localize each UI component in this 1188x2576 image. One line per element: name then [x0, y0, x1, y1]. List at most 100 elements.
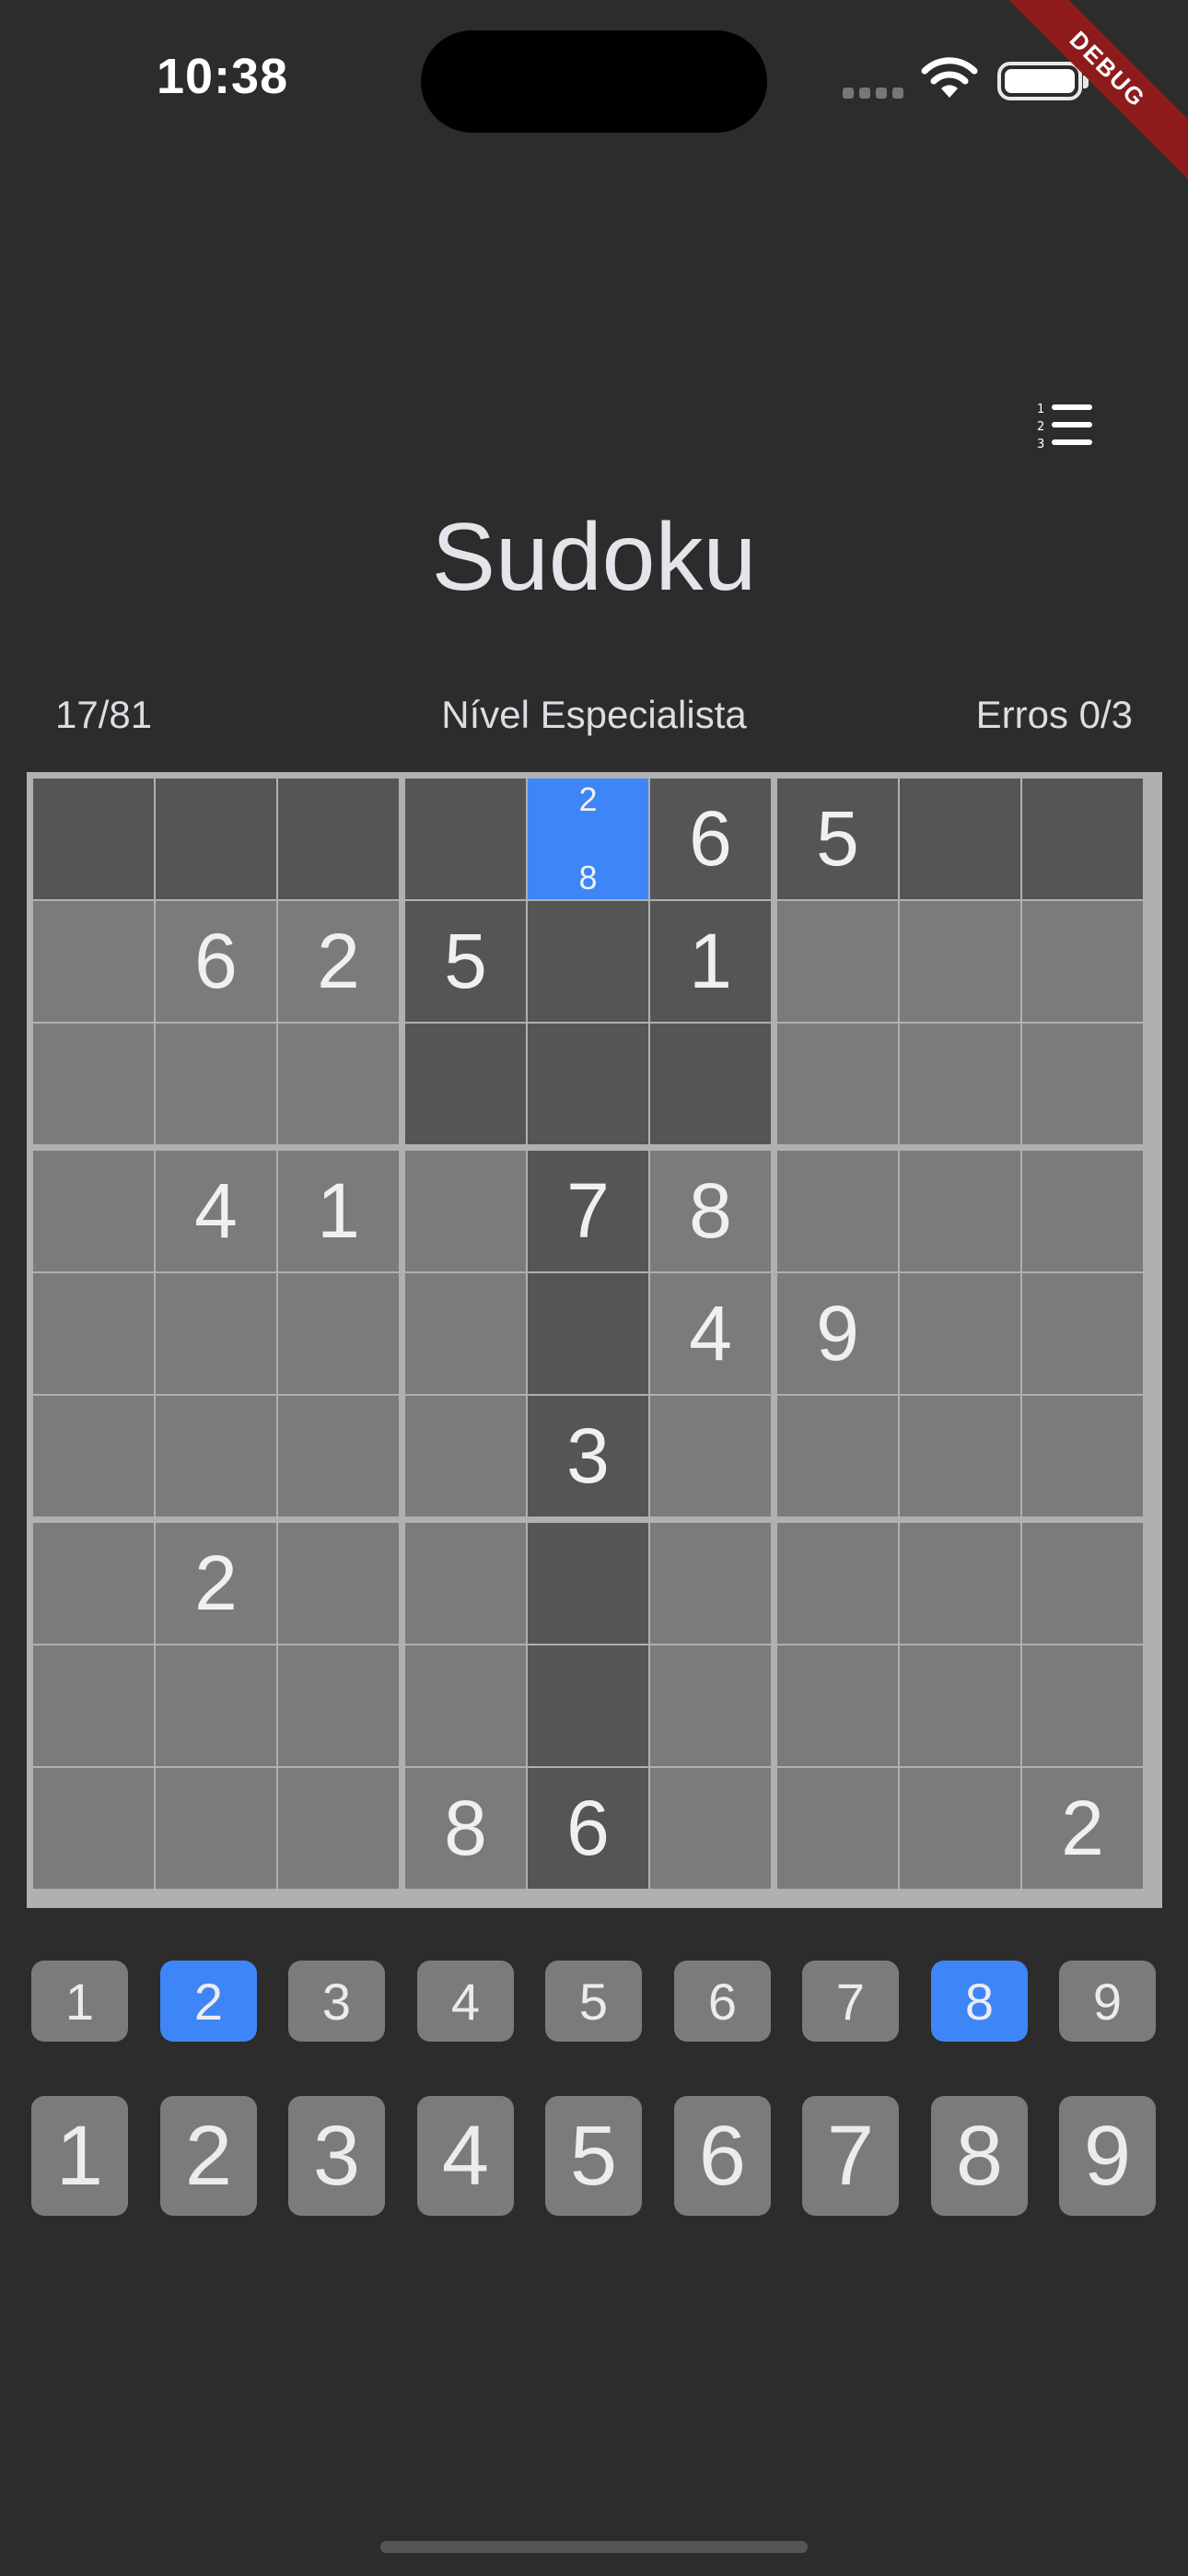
notes-button-6[interactable]: 6 [674, 1961, 771, 2042]
board-cell-r8-c5[interactable] [528, 1645, 648, 1766]
board-cell-r6-c1[interactable] [33, 1396, 154, 1516]
board-cell-r1-c8[interactable] [900, 779, 1020, 899]
board-cell-r5-c4[interactable] [405, 1273, 526, 1394]
board-cell-r2-c4[interactable]: 5 [405, 901, 526, 1022]
notes-button-2[interactable]: 2 [160, 1961, 257, 2042]
board-cell-r8-c6[interactable] [650, 1645, 771, 1766]
notes-button-7[interactable]: 7 [802, 1961, 899, 2042]
board-cell-r1-c9[interactable] [1022, 779, 1143, 899]
board-cell-r8-c3[interactable] [278, 1645, 399, 1766]
board-cell-r5-c9[interactable] [1022, 1273, 1143, 1394]
board-cell-r5-c8[interactable] [900, 1273, 1020, 1394]
board-cell-r7-c3[interactable] [278, 1523, 399, 1644]
board-cell-r2-c5[interactable] [528, 901, 648, 1022]
board-cell-r3-c3[interactable] [278, 1024, 399, 1144]
board-cell-r8-c2[interactable] [156, 1645, 276, 1766]
board-cell-r8-c7[interactable] [777, 1645, 898, 1766]
board-cell-r1-c7[interactable]: 5 [777, 779, 898, 899]
number-button-7[interactable]: 7 [802, 2096, 899, 2216]
board-cell-r3-c1[interactable] [33, 1024, 154, 1144]
board-cell-r6-c8[interactable] [900, 1396, 1020, 1516]
board-cell-r7-c9[interactable] [1022, 1523, 1143, 1644]
board-cell-r1-c2[interactable] [156, 779, 276, 899]
board-cell-r5-c7[interactable]: 9 [777, 1273, 898, 1394]
board-cell-r9-c4[interactable]: 8 [405, 1768, 526, 1889]
number-button-3[interactable]: 3 [288, 2096, 385, 2216]
board-cell-r8-c9[interactable] [1022, 1645, 1143, 1766]
board-cell-r2-c2[interactable]: 6 [156, 901, 276, 1022]
board-cell-r5-c1[interactable] [33, 1273, 154, 1394]
number-button-1[interactable]: 1 [31, 2096, 128, 2216]
board-cell-r9-c9[interactable]: 2 [1022, 1768, 1143, 1889]
board-cell-r4-c6[interactable]: 8 [650, 1151, 771, 1271]
board-cell-r6-c2[interactable] [156, 1396, 276, 1516]
board-cell-r8-c8[interactable] [900, 1645, 1020, 1766]
board-cell-r2-c3[interactable]: 2 [278, 901, 399, 1022]
numbered-list-icon[interactable]: 1 2 3 [1035, 402, 1094, 451]
number-button-9[interactable]: 9 [1059, 2096, 1156, 2216]
board-cell-r7-c2[interactable]: 2 [156, 1523, 276, 1644]
board-cell-r5-c2[interactable] [156, 1273, 276, 1394]
number-button-2[interactable]: 2 [160, 2096, 257, 2216]
board-cell-r3-c2[interactable] [156, 1024, 276, 1144]
board-cell-r6-c3[interactable] [278, 1396, 399, 1516]
board-cell-r5-c5[interactable] [528, 1273, 648, 1394]
board-cell-r1-c4[interactable] [405, 779, 526, 899]
board-cell-r6-c9[interactable] [1022, 1396, 1143, 1516]
board-cell-r3-c9[interactable] [1022, 1024, 1143, 1144]
board-cell-r7-c7[interactable] [777, 1523, 898, 1644]
board-cell-r9-c2[interactable] [156, 1768, 276, 1889]
board-cell-r9-c1[interactable] [33, 1768, 154, 1889]
board-cell-r1-c3[interactable] [278, 779, 399, 899]
board-cell-r9-c7[interactable] [777, 1768, 898, 1889]
notes-button-8[interactable]: 8 [931, 1961, 1028, 2042]
board-cell-r6-c4[interactable] [405, 1396, 526, 1516]
notes-button-1[interactable]: 1 [31, 1961, 128, 2042]
board-cell-r2-c6[interactable]: 1 [650, 901, 771, 1022]
number-button-5[interactable]: 5 [545, 2096, 642, 2216]
board-cell-r4-c7[interactable] [777, 1151, 898, 1271]
board-cell-r4-c1[interactable] [33, 1151, 154, 1271]
board-cell-r4-c5[interactable]: 7 [528, 1151, 648, 1271]
board-cell-r9-c5[interactable]: 6 [528, 1768, 648, 1889]
notes-button-3[interactable]: 3 [288, 1961, 385, 2042]
board-cell-r7-c1[interactable] [33, 1523, 154, 1644]
number-button-6[interactable]: 6 [674, 2096, 771, 2216]
board-cell-r4-c2[interactable]: 4 [156, 1151, 276, 1271]
board-cell-r2-c9[interactable] [1022, 901, 1143, 1022]
board-cell-r7-c4[interactable] [405, 1523, 526, 1644]
notes-button-4[interactable]: 4 [417, 1961, 514, 2042]
board-cell-r2-c8[interactable] [900, 901, 1020, 1022]
board-cell-r4-c3[interactable]: 1 [278, 1151, 399, 1271]
board-cell-r7-c5[interactable] [528, 1523, 648, 1644]
board-cell-r9-c3[interactable] [278, 1768, 399, 1889]
board-cell-r4-c8[interactable] [900, 1151, 1020, 1271]
number-button-4[interactable]: 4 [417, 2096, 514, 2216]
board-cell-r6-c5[interactable]: 3 [528, 1396, 648, 1516]
board-cell-r1-c5[interactable]: 28 [528, 779, 648, 899]
board-cell-r8-c4[interactable] [405, 1645, 526, 1766]
board-cell-r3-c7[interactable] [777, 1024, 898, 1144]
board-cell-r5-c6[interactable]: 4 [650, 1273, 771, 1394]
board-cell-r2-c1[interactable] [33, 901, 154, 1022]
notes-button-5[interactable]: 5 [545, 1961, 642, 2042]
board-cell-r8-c1[interactable] [33, 1645, 154, 1766]
board-cell-r3-c5[interactable] [528, 1024, 648, 1144]
board-cell-r9-c6[interactable] [650, 1768, 771, 1889]
board-cell-r1-c6[interactable]: 6 [650, 779, 771, 899]
board-cell-r5-c3[interactable] [278, 1273, 399, 1394]
number-button-8[interactable]: 8 [931, 2096, 1028, 2216]
notes-button-9[interactable]: 9 [1059, 1961, 1156, 2042]
board-cell-r7-c8[interactable] [900, 1523, 1020, 1644]
board-cell-r9-c8[interactable] [900, 1768, 1020, 1889]
board-cell-r3-c8[interactable] [900, 1024, 1020, 1144]
board-cell-r3-c4[interactable] [405, 1024, 526, 1144]
board-cell-r4-c4[interactable] [405, 1151, 526, 1271]
board-cell-r3-c6[interactable] [650, 1024, 771, 1144]
board-cell-r6-c6[interactable] [650, 1396, 771, 1516]
board-cell-r4-c9[interactable] [1022, 1151, 1143, 1271]
board-cell-r7-c6[interactable] [650, 1523, 771, 1644]
board-cell-r6-c7[interactable] [777, 1396, 898, 1516]
board-cell-r2-c7[interactable] [777, 901, 898, 1022]
board-cell-r1-c1[interactable] [33, 779, 154, 899]
